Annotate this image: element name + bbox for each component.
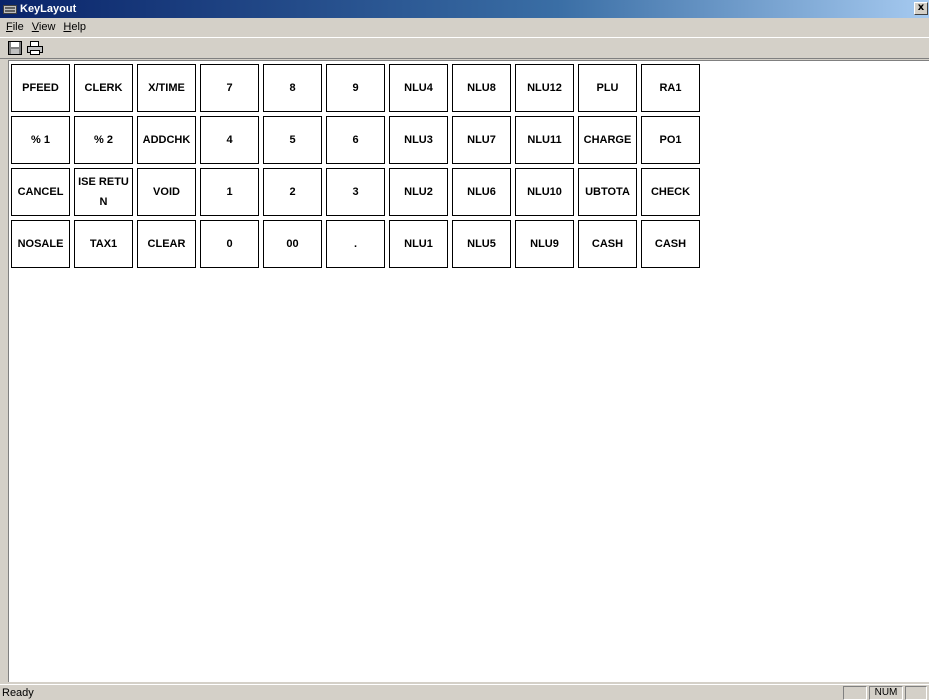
key-button[interactable]: NLU3 xyxy=(389,116,448,164)
key-button[interactable]: NLU1 xyxy=(389,220,448,268)
print-icon xyxy=(27,41,43,55)
status-pane-blank xyxy=(843,685,867,700)
key-button[interactable]: . xyxy=(326,220,385,268)
window-title: KeyLayout xyxy=(20,3,77,15)
status-bar: Ready NUM xyxy=(0,684,929,700)
key-button[interactable]: NLU11 xyxy=(515,116,574,164)
status-text: Ready xyxy=(2,686,34,699)
key-label-line: ISE RETU xyxy=(78,176,129,188)
key-button[interactable]: PLU xyxy=(578,64,637,112)
key-grid: PFEED CLERK X/TIME 7 8 9 NLU4 NLU8 NLU12 PLU RA1% … xyxy=(11,64,700,268)
keyboard-app-icon xyxy=(3,2,17,16)
status-pane-blank-2 xyxy=(905,685,927,700)
menu-bar: File View Help xyxy=(0,18,929,35)
key-button[interactable]: 6 xyxy=(326,116,385,164)
key-button[interactable]: NLU5 xyxy=(452,220,511,268)
save-button[interactable] xyxy=(6,40,24,57)
num-lock-indicator: NUM xyxy=(869,685,903,700)
key-button[interactable]: NOSALE xyxy=(11,220,70,268)
key-button[interactable]: CLERK xyxy=(74,64,133,112)
print-button[interactable] xyxy=(26,40,44,57)
title-bar[interactable]: KeyLayout x xyxy=(0,0,929,18)
key-button[interactable]: 00 xyxy=(263,220,322,268)
key-button[interactable]: NLU2 xyxy=(389,168,448,216)
key-label-line: N xyxy=(99,196,108,208)
menu-file[interactable]: File xyxy=(2,21,28,33)
key-button[interactable]: CHECK xyxy=(641,168,700,216)
key-button[interactable]: 0 xyxy=(200,220,259,268)
toolbar xyxy=(0,37,929,59)
key-button[interactable]: PO1 xyxy=(641,116,700,164)
key-button[interactable]: CHARGE xyxy=(578,116,637,164)
key-button[interactable]: CLEAR xyxy=(137,220,196,268)
key-button[interactable]: NLU8 xyxy=(452,64,511,112)
key-button[interactable]: NLU7 xyxy=(452,116,511,164)
close-button[interactable]: x xyxy=(914,2,928,15)
key-button[interactable]: % 1 xyxy=(11,116,70,164)
key-button[interactable]: 7 xyxy=(200,64,259,112)
key-button[interactable]: NLU9 xyxy=(515,220,574,268)
key-button[interactable]: NLU12 xyxy=(515,64,574,112)
key-button[interactable]: 9 xyxy=(326,64,385,112)
key-button[interactable]: NLU4 xyxy=(389,64,448,112)
key-button[interactable]: X/TIME xyxy=(137,64,196,112)
key-button[interactable]: 1 xyxy=(200,168,259,216)
key-button[interactable]: VOID xyxy=(137,168,196,216)
key-button[interactable]: CASH xyxy=(641,220,700,268)
key-button[interactable]: NLU6 xyxy=(452,168,511,216)
key-button[interactable]: RA1 xyxy=(641,64,700,112)
key-button[interactable]: TAX1 xyxy=(74,220,133,268)
menu-help[interactable]: Help xyxy=(59,21,90,33)
key-button[interactable]: 3 xyxy=(326,168,385,216)
key-button[interactable]: 8 xyxy=(263,64,322,112)
key-button[interactable]: % 2 xyxy=(74,116,133,164)
menu-view[interactable]: View xyxy=(28,21,60,33)
key-button[interactable]: 4 xyxy=(200,116,259,164)
key-button[interactable]: UBTOTA xyxy=(578,168,637,216)
key-button[interactable]: CASH xyxy=(578,220,637,268)
key-button[interactable]: ADDCHK xyxy=(137,116,196,164)
app-window: KeyLayout x File View Help PFEED CLERK X/T… xyxy=(0,0,929,700)
key-button[interactable]: 2 xyxy=(263,168,322,216)
key-button[interactable]: NLU10 xyxy=(515,168,574,216)
save-icon xyxy=(8,41,22,55)
key-button[interactable]: ISE RETU N xyxy=(74,168,133,216)
keyboard-layout-canvas: PFEED CLERK X/TIME 7 8 9 NLU4 NLU8 NLU12 PLU RA1% … xyxy=(8,60,929,682)
key-button[interactable]: 5 xyxy=(263,116,322,164)
key-button[interactable]: CANCEL xyxy=(11,168,70,216)
key-button[interactable]: PFEED xyxy=(11,64,70,112)
